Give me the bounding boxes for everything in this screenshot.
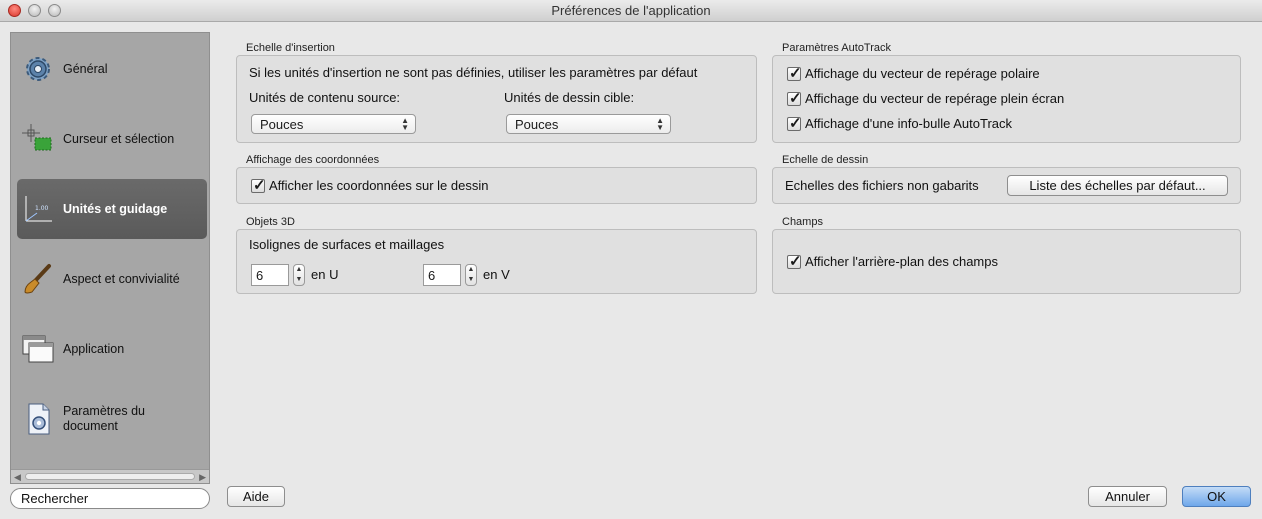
- checkbox-box[interactable]: ✓: [787, 114, 802, 132]
- drawing-scale-group: Echelles des fichiers non gabarits Liste…: [772, 167, 1241, 204]
- fields-background-label: Afficher l'arrière-plan des champs: [805, 254, 998, 269]
- checkmark-icon: ✓: [253, 176, 266, 194]
- sidebar: Général Curseur et sélection 1.00 Unités…: [10, 32, 210, 484]
- isolines-v-stepper[interactable]: ▲ ▼: [465, 264, 477, 286]
- popup-arrows-icon: ▲ ▼: [656, 116, 664, 132]
- target-units-value: Pouces: [515, 117, 559, 132]
- checkmark-icon: ✓: [789, 114, 802, 132]
- sidebar-item-document-settings[interactable]: Paramètres du document: [17, 389, 207, 449]
- checkbox-box[interactable]: ✓: [787, 252, 802, 270]
- scroll-left-icon[interactable]: ◀: [14, 472, 21, 483]
- isolines-label: Isolignes de surfaces et maillages: [249, 237, 445, 252]
- brush-icon: [21, 262, 55, 296]
- sidebar-item-general[interactable]: Général: [17, 39, 207, 99]
- sidebar-scrollbar[interactable]: ◀ ▶: [11, 469, 209, 483]
- cancel-button[interactable]: Annuler: [1088, 486, 1167, 507]
- polar-tracking-checkbox[interactable]: ✓ Affichage du vecteur de repérage polai…: [787, 64, 1040, 82]
- checkbox-box[interactable]: ✓: [251, 176, 266, 194]
- checkmark-icon: ✓: [789, 252, 802, 270]
- isolines-v-label: en V: [483, 267, 510, 282]
- title-bar: Préférences de l'application: [0, 0, 1262, 22]
- insertion-description: Si les unités d'insertion ne sont pas dé…: [249, 65, 698, 80]
- insertion-group-title: Echelle d'insertion: [246, 42, 335, 54]
- sidebar-item-label: Paramètres du document: [63, 404, 145, 433]
- sidebar-item-units-guidance[interactable]: 1.00 Unités et guidage: [17, 179, 207, 239]
- sidebar-item-application[interactable]: Application: [17, 319, 207, 379]
- search-input[interactable]: Rechercher: [10, 488, 210, 509]
- windows-icon: [21, 332, 55, 366]
- sidebar-item-label: Application: [63, 341, 125, 356]
- popup-arrows-icon: ▲ ▼: [401, 116, 409, 132]
- autotrack-tooltip-checkbox[interactable]: ✓ Affichage d'une info-bulle AutoTrack: [787, 114, 1013, 132]
- isolines-u-label: en U: [311, 267, 339, 282]
- target-units-label: Unités de dessin cible:: [504, 90, 635, 105]
- default-scales-list-button[interactable]: Liste des échelles par défaut...: [1007, 175, 1228, 196]
- fullscreen-tracking-label: Affichage du vecteur de repérage plein é…: [805, 91, 1065, 106]
- insertion-group: Si les unités d'insertion ne sont pas dé…: [236, 55, 757, 143]
- units-guide-icon: 1.00: [21, 192, 55, 226]
- checkmark-icon: ✓: [789, 89, 802, 107]
- show-coordinates-checkbox[interactable]: ✓ Afficher les coordonnées sur le dessin: [251, 176, 489, 194]
- gear-icon: [21, 52, 55, 86]
- isolines-u-stepper[interactable]: ▲ ▼: [293, 264, 305, 286]
- drawing-scale-group-title: Echelle de dessin: [782, 154, 869, 166]
- sidebar-item-label: Curseur et sélection: [63, 131, 175, 146]
- scrollbar-thumb[interactable]: [25, 473, 195, 480]
- coords-group: ✓ Afficher les coordonnées sur le dessin: [236, 167, 757, 204]
- autotrack-group: ✓ Affichage du vecteur de repérage polai…: [772, 55, 1241, 143]
- document-settings-icon: [21, 402, 55, 436]
- source-units-value: Pouces: [260, 117, 304, 132]
- objects3d-group-title: Objets 3D: [246, 216, 295, 228]
- sidebar-item-label: Aspect et convivialité: [63, 271, 180, 286]
- polar-tracking-label: Affichage du vecteur de repérage polaire: [805, 66, 1040, 81]
- sidebar-item-cursor-selection[interactable]: Curseur et sélection: [17, 109, 207, 169]
- scroll-right-icon[interactable]: ▶: [199, 472, 206, 483]
- isolines-u-input[interactable]: 6: [251, 264, 289, 286]
- coords-group-title: Affichage des coordonnées: [246, 154, 380, 166]
- fields-group-title: Champs: [782, 216, 823, 228]
- target-units-select[interactable]: Pouces ▲ ▼: [506, 114, 671, 134]
- cursor-selection-icon: [21, 122, 55, 156]
- objects3d-group: Isolignes de surfaces et maillages 6 ▲ ▼ …: [236, 229, 757, 294]
- fields-background-checkbox[interactable]: ✓ Afficher l'arrière-plan des champs: [787, 252, 998, 270]
- autotrack-group-title: Paramètres AutoTrack: [782, 42, 892, 54]
- show-coordinates-label: Afficher les coordonnées sur le dessin: [269, 178, 489, 193]
- help-button[interactable]: Aide: [227, 486, 285, 507]
- sidebar-item-look-feel[interactable]: Aspect et convivialité: [17, 249, 207, 309]
- checkmark-icon: ✓: [789, 64, 802, 82]
- sidebar-item-label: Général: [63, 61, 108, 76]
- source-units-label: Unités de contenu source:: [249, 90, 401, 105]
- ok-button[interactable]: OK: [1182, 486, 1251, 507]
- sidebar-item-label: Unités et guidage: [63, 201, 168, 216]
- svg-text:1.00: 1.00: [35, 205, 49, 212]
- window-title: Préférences de l'application: [551, 3, 711, 18]
- isolines-v-input[interactable]: 6: [423, 264, 461, 286]
- fullscreen-tracking-checkbox[interactable]: ✓ Affichage du vecteur de repérage plein…: [787, 89, 1065, 107]
- checkbox-box[interactable]: ✓: [787, 89, 802, 107]
- autotrack-tooltip-label: Affichage d'une info-bulle AutoTrack: [805, 116, 1013, 131]
- source-units-select[interactable]: Pouces ▲ ▼: [251, 114, 416, 134]
- fields-group: ✓ Afficher l'arrière-plan des champs: [772, 229, 1241, 294]
- checkbox-box[interactable]: ✓: [787, 64, 802, 82]
- non-template-scales-label: Echelles des fichiers non gabarits: [785, 178, 979, 193]
